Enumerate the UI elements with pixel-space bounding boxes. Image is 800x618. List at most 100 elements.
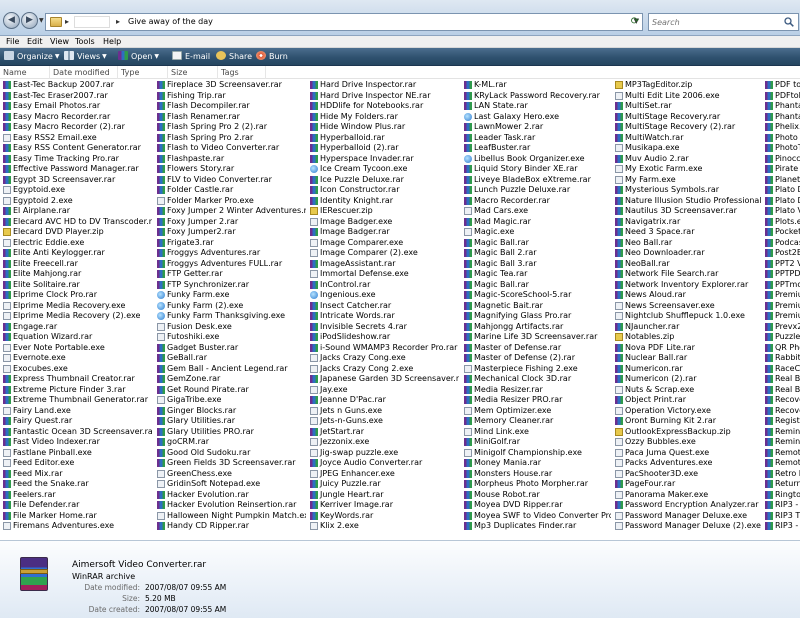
file-item[interactable]: Feed Mix.rar: [2, 469, 152, 480]
file-item[interactable]: Insect Catcher.rar: [309, 301, 459, 312]
file-item[interactable]: Jay.exe: [309, 385, 459, 396]
file-item[interactable]: Minigolf Championship.exe: [463, 448, 611, 459]
file-item[interactable]: PDFtoll: [764, 91, 800, 102]
file-item[interactable]: Folder Marker Pro.exe: [156, 196, 306, 207]
file-item[interactable]: Magnifying Glass Pro.rar: [463, 311, 611, 322]
file-item[interactable]: Magic.exe: [463, 227, 611, 238]
file-item[interactable]: Elite Anti Keylogger.rar: [2, 248, 152, 259]
file-item[interactable]: Easy Macro Recorder (2).rar: [2, 122, 152, 133]
file-item[interactable]: Nautilus 3D Screensaver.rar: [614, 206, 762, 217]
file-item[interactable]: Plato Vi: [764, 206, 800, 217]
file-item[interactable]: Planet I: [764, 175, 800, 186]
file-item[interactable]: FLV to Video Converter.rar: [156, 175, 306, 186]
file-item[interactable]: Neo Ball.rar: [614, 238, 762, 249]
share-button[interactable]: Share: [216, 50, 252, 64]
file-item[interactable]: Fantastic Ocean 3D Screensaver.rar: [2, 427, 152, 438]
file-item[interactable]: Password Manager Deluxe (2).exe: [614, 521, 762, 532]
file-item[interactable]: Electric Eddie.exe: [2, 238, 152, 249]
file-item[interactable]: Hard Drive Inspector.rar: [309, 80, 459, 91]
menu-help[interactable]: Help: [103, 37, 121, 46]
file-item[interactable]: Macro Recorder.rar: [463, 196, 611, 207]
file-item[interactable]: Easy Macro Recorder.rar: [2, 112, 152, 123]
file-item[interactable]: Jig-swap puzzle.exe: [309, 448, 459, 459]
file-item[interactable]: Funky Farm Thanksgiving.exe: [156, 311, 306, 322]
file-item[interactable]: Foxy Jumper 2.rar: [156, 217, 306, 228]
file-item[interactable]: Hyperspace Invader.rar: [309, 154, 459, 165]
file-item[interactable]: Photo: [764, 133, 800, 144]
file-item[interactable]: Media Resizer.rar: [463, 385, 611, 396]
file-item[interactable]: News Screensaver.exe: [614, 301, 762, 312]
file-item[interactable]: i-Sound WMAMP3 Recorder Pro.rar: [309, 343, 459, 354]
views-button[interactable]: Views ▼: [64, 50, 107, 64]
file-item[interactable]: Mysterious Symbols.rar: [614, 185, 762, 196]
file-item[interactable]: East-Tec Backup 2007.rar: [2, 80, 152, 91]
file-item[interactable]: Image Comparer (2).exe: [309, 248, 459, 259]
file-item[interactable]: Network File Search.rar: [614, 269, 762, 280]
file-item[interactable]: Ginger Blocks.rar: [156, 406, 306, 417]
file-item[interactable]: Elite Solitaire.rar: [2, 280, 152, 291]
column-header-type[interactable]: Type: [118, 66, 168, 79]
file-item[interactable]: Premiu: [764, 301, 800, 312]
file-item[interactable]: Elprime Media Recovery (2).exe: [2, 311, 152, 322]
file-item[interactable]: Futoshiki.exe: [156, 332, 306, 343]
file-item[interactable]: Network Inventory Explorer.rar: [614, 280, 762, 291]
file-item[interactable]: RIP3 T: [764, 511, 800, 522]
file-item[interactable]: RIP3 -: [764, 500, 800, 511]
search-input[interactable]: [652, 15, 780, 29]
column-header-size[interactable]: Size: [168, 66, 218, 79]
refresh-icon[interactable]: ⟳: [628, 15, 642, 29]
file-item[interactable]: El Airplane.rar: [2, 206, 152, 217]
file-item[interactable]: Moyea SWF to Video Converter Pro.rar: [463, 511, 611, 522]
file-item[interactable]: Fusion Desk.exe: [156, 322, 306, 333]
file-item[interactable]: Neo Downloader.rar: [614, 248, 762, 259]
file-item[interactable]: Rabbit: [764, 353, 800, 364]
file-item[interactable]: Elecard AVC HD to DV Transcoder.rar: [2, 217, 152, 228]
file-item[interactable]: Nuts & Scrap.exe: [614, 385, 762, 396]
file-item[interactable]: Recove: [764, 395, 800, 406]
file-item[interactable]: K-ML.rar: [463, 80, 611, 91]
file-item[interactable]: Mechanical Clock 3D.rar: [463, 374, 611, 385]
file-item[interactable]: RIP3 -: [764, 521, 800, 532]
file-item[interactable]: KRyLack Password Recovery.rar: [463, 91, 611, 102]
file-item[interactable]: Leader Task.rar: [463, 133, 611, 144]
file-item[interactable]: Numericon.rar: [614, 364, 762, 375]
file-item[interactable]: Panorama Maker.exe: [614, 490, 762, 501]
file-item[interactable]: Registr: [764, 416, 800, 427]
file-item[interactable]: GridinSoft Notepad.exe: [156, 479, 306, 490]
recent-pages-dropdown-icon[interactable]: ▼: [39, 17, 44, 24]
file-item[interactable]: Jacks Crazy Cong 2.exe: [309, 364, 459, 375]
file-item[interactable]: Magnetic Bait.rar: [463, 301, 611, 312]
open-button[interactable]: Open ▼: [118, 50, 159, 64]
file-item[interactable]: LawnMower 2.rar: [463, 122, 611, 133]
file-item[interactable]: Mad Magic.rar: [463, 217, 611, 228]
file-item[interactable]: goCRM.rar: [156, 437, 306, 448]
file-item[interactable]: LeafBuster.rar: [463, 143, 611, 154]
file-item[interactable]: Oront Burning Kit 2.rar: [614, 416, 762, 427]
file-item[interactable]: Navigatrix.rar: [614, 217, 762, 228]
file-item[interactable]: Immortal Defense.exe: [309, 269, 459, 280]
file-item[interactable]: NeoBall.rar: [614, 259, 762, 270]
file-item[interactable]: HDDlife for Notebooks.rar: [309, 101, 459, 112]
file-item[interactable]: Extreme Picture Finder 3.rar: [2, 385, 152, 396]
file-item[interactable]: Recove: [764, 406, 800, 417]
file-item[interactable]: Mp3 Duplicates Finder.rar: [463, 521, 611, 532]
file-item[interactable]: Elprime Clock Pro.rar: [2, 290, 152, 301]
file-item[interactable]: GreenChess.exe: [156, 469, 306, 480]
file-item[interactable]: Jeanne D'Pac.rar: [309, 395, 459, 406]
file-item[interactable]: Gem Ball - Ancient Legend.rar: [156, 364, 306, 375]
file-item[interactable]: Lunch Puzzle Deluxe.rar: [463, 185, 611, 196]
file-item[interactable]: Elite Freecell.rar: [2, 259, 152, 270]
file-item[interactable]: Numericon (2).rar: [614, 374, 762, 385]
file-item[interactable]: Mad Cars.exe: [463, 206, 611, 217]
file-item[interactable]: Nova PDF Lite.rar: [614, 343, 762, 354]
file-item[interactable]: Password Encryption Analyzer.rar: [614, 500, 762, 511]
file-item[interactable]: Mahjongg Artifacts.rar: [463, 322, 611, 333]
file-item[interactable]: Easy RSS2 Email.exe: [2, 133, 152, 144]
file-item[interactable]: Morpheus Photo Morpher.rar: [463, 479, 611, 490]
file-item[interactable]: Foxy Jumper 2 Winter Adventures.rar: [156, 206, 306, 217]
file-item[interactable]: East-Tec Eraser2007.rar: [2, 91, 152, 102]
file-item[interactable]: Mouse Robot.rar: [463, 490, 611, 501]
file-item[interactable]: Egypt 3D Screensaver.rar: [2, 175, 152, 186]
file-item[interactable]: Fairy Land.exe: [2, 406, 152, 417]
file-item[interactable]: IERescuer.zip: [309, 206, 459, 217]
